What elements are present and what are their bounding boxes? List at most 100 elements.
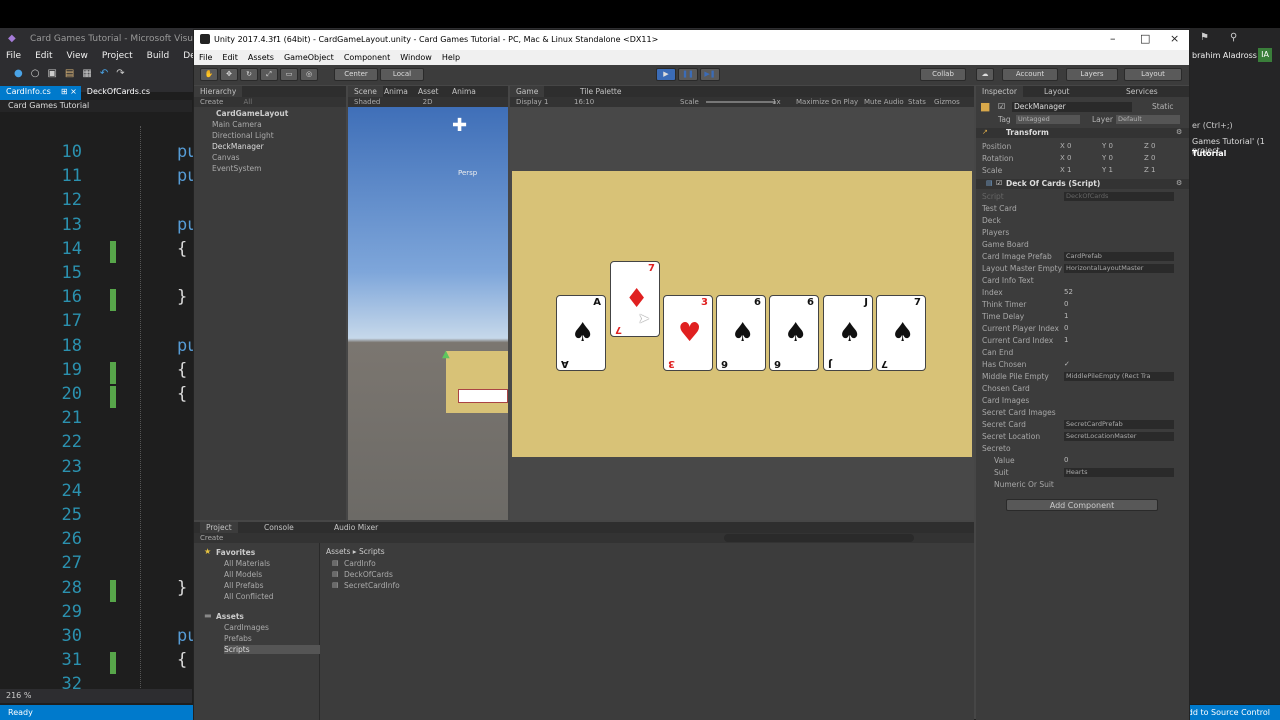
project-search-input[interactable] [724, 534, 914, 542]
rect-tool-icon[interactable]: ▭ [280, 68, 298, 81]
rotation-y[interactable]: Y 0 [1102, 154, 1113, 162]
fav-all-models[interactable]: All Models [224, 570, 262, 579]
inspector-field-value[interactable]: 1 [1064, 336, 1068, 344]
playing-card[interactable]: J J ♠ [823, 295, 873, 371]
signed-in-user[interactable]: brahim Aladross [1192, 51, 1257, 60]
close-icon[interactable]: × [1170, 32, 1179, 45]
pause-button[interactable]: ❚❚ [678, 68, 698, 81]
mute-audio-toggle[interactable]: Mute Audio [864, 97, 904, 107]
hand-tool-icon[interactable]: ✋ [200, 68, 218, 81]
position-y[interactable]: Y 0 [1102, 142, 1113, 150]
project-node[interactable]: Tutorial [1192, 149, 1226, 158]
component-enabled-checkbox[interactable]: ☑ [996, 179, 1002, 187]
file-deckofcards[interactable]: DeckOfCards [344, 570, 393, 579]
rotation-x[interactable]: X 0 [1060, 154, 1071, 162]
layer-dropdown[interactable]: Default [1116, 115, 1180, 124]
vs-menu-view[interactable]: View [67, 51, 88, 61]
new-project-icon[interactable]: ▣ [47, 68, 56, 79]
component-gear-icon[interactable]: ⚙ [1176, 179, 1182, 187]
tab-cardinfo-close-icon[interactable]: ⊞ × [56, 86, 81, 100]
inspector-field-value[interactable]: 0 [1064, 456, 1068, 464]
avatar[interactable]: IA [1258, 48, 1272, 62]
code-line[interactable]: } [177, 287, 187, 307]
file-secretcardinfo[interactable]: SecretCardInfo [344, 581, 400, 590]
aspect-dropdown[interactable]: 16:10 [574, 97, 594, 107]
inspector-field-value[interactable]: SecretLocationMaster [1064, 432, 1174, 441]
inspector-field-value[interactable]: 1 [1064, 312, 1068, 320]
tab-deckofcards[interactable]: DeckOfCards.cs [81, 86, 156, 100]
inspector-field-value[interactable]: MiddlePileEmpty (Rect Tra [1064, 372, 1174, 381]
unity-menu-component[interactable]: Component [344, 50, 390, 65]
notifications-icon[interactable]: ⚑ [1200, 32, 1209, 43]
project-breadcrumb[interactable]: Assets ▸ Scripts [326, 547, 385, 556]
static-checkbox[interactable]: Static [1152, 102, 1173, 111]
unity-menu-edit[interactable]: Edit [222, 50, 238, 65]
layers-dropdown[interactable]: Layers [1066, 68, 1118, 81]
tab-animator[interactable]: Anima [378, 86, 414, 97]
inspector-field-value[interactable]: ✓ [1064, 360, 1070, 368]
inspector-field-value[interactable]: CardPrefab [1064, 252, 1174, 261]
rotation-z[interactable]: Z 0 [1144, 154, 1155, 162]
active-checkbox[interactable]: ☑ [998, 102, 1005, 111]
scene-canvas-object[interactable] [446, 351, 508, 413]
vs-menu-edit[interactable]: Edit [35, 51, 52, 61]
tab-project[interactable]: Project [200, 522, 238, 533]
inspector-field-value[interactable]: HorizontalLayoutMaster [1064, 264, 1174, 273]
hierarchy-search-input[interactable]: All [244, 98, 253, 106]
game-board[interactable]: A A ♠ 7 7 ♦ 3 3 ♥ 6 6 ♠ 6 6 ♠ J J ♠ 7 7 ♠ ➤ [512, 171, 972, 457]
tab-layout[interactable]: Layout [1038, 86, 1076, 97]
add-to-source-control-button[interactable]: Add to Source Control [1182, 705, 1270, 720]
tab-asset-store[interactable]: Asset [412, 86, 445, 97]
hierarchy-item-directional-light[interactable]: Directional Light [212, 131, 274, 140]
account-dropdown[interactable]: Account [1002, 68, 1058, 81]
scene-gizmo-icon[interactable]: ✚ [452, 115, 467, 136]
code-line[interactable]: { [177, 239, 187, 259]
tab-cardinfo[interactable]: CardInfo.cs [0, 86, 57, 100]
position-z[interactable]: Z 0 [1144, 142, 1155, 150]
folder-cardimages[interactable]: CardImages [224, 623, 269, 632]
inspector-field-value[interactable]: 0 [1064, 300, 1068, 308]
move-gizmo-icon[interactable]: ▲ [442, 349, 450, 360]
tab-inspector[interactable]: Inspector [976, 86, 1023, 97]
scene-cards-object[interactable] [458, 389, 508, 403]
forward-icon[interactable]: ○ [31, 68, 40, 79]
tag-dropdown[interactable]: Untagged [1016, 115, 1080, 124]
code-line[interactable]: { [177, 384, 187, 404]
stats-toggle[interactable]: Stats [908, 97, 926, 107]
hierarchy-item-deckmanager[interactable]: DeckManager [212, 142, 264, 151]
playing-card[interactable]: 6 6 ♠ [769, 295, 819, 371]
vs-menu-project[interactable]: Project [102, 51, 133, 61]
2d-toggle[interactable]: 2D [423, 98, 433, 106]
undo-icon[interactable]: ↶ [100, 68, 108, 79]
rotate-tool-icon[interactable]: ↻ [240, 68, 258, 81]
hierarchy-item-eventsystem[interactable]: EventSystem [212, 164, 261, 173]
playing-card[interactable]: 3 3 ♥ [663, 295, 713, 371]
tab-tile-palette[interactable]: Tile Palette [574, 86, 628, 97]
unity-menu-assets[interactable]: Assets [248, 50, 274, 65]
file-cardinfo[interactable]: CardInfo [344, 559, 376, 568]
tab-audio-mixer[interactable]: Audio Mixer [328, 522, 384, 533]
playing-card[interactable]: 7 7 ♦ [610, 261, 660, 337]
tab-game[interactable]: Game [510, 86, 545, 97]
hierarchy-create-button[interactable]: Create [200, 98, 223, 106]
hierarchy-item-canvas[interactable]: Canvas [212, 153, 240, 162]
code-line[interactable]: { [177, 360, 187, 380]
fav-all-materials[interactable]: All Materials [224, 559, 270, 568]
collab-dropdown[interactable]: Collab [920, 68, 966, 81]
scale-z[interactable]: Z 1 [1144, 166, 1155, 174]
unity-menu-file[interactable]: File [199, 50, 212, 65]
add-component-button[interactable]: Add Component [1006, 499, 1158, 511]
inspector-field-value[interactable]: 0 [1064, 324, 1068, 332]
unity-menu-window[interactable]: Window [400, 50, 432, 65]
folder-scripts[interactable]: Scripts [224, 645, 320, 654]
code-line[interactable]: { [177, 650, 187, 670]
move-tool-icon[interactable]: ✥ [220, 68, 238, 81]
unity-menu-gameobject[interactable]: GameObject [284, 50, 334, 65]
playing-card[interactable]: 6 6 ♠ [716, 295, 766, 371]
back-icon[interactable]: ● [14, 68, 23, 79]
scene-root[interactable]: CardGameLayout [216, 109, 288, 118]
transform-tool-icon[interactable]: ◎ [300, 68, 318, 81]
folder-prefabs[interactable]: Prefabs [224, 634, 252, 643]
hierarchy-item-main-camera[interactable]: Main Camera [212, 120, 262, 129]
zoom-level[interactable]: 216 % [0, 689, 192, 703]
